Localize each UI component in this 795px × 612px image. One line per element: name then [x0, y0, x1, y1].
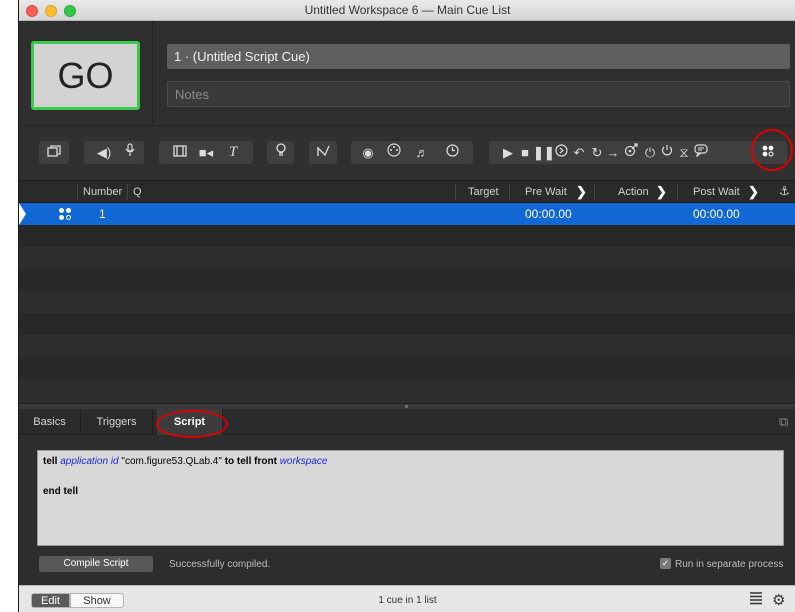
- wait-icon[interactable]: ⧖: [675, 141, 693, 164]
- bundle-string: "com.figure53.QLab.4": [121, 456, 222, 467]
- gear-icon[interactable]: ⚙: [772, 591, 785, 609]
- cue-toolbar: ◀) ■◂ T ◉ ♬ ▶ ■ ❚❚ ↶ ↻ → ⏻ ⧖: [19, 125, 795, 180]
- divider: [152, 21, 153, 125]
- go-button[interactable]: GO: [31, 41, 140, 110]
- column-number[interactable]: Number: [83, 186, 122, 198]
- network-icon[interactable]: ◉: [359, 141, 377, 164]
- stop-icon[interactable]: ■: [516, 141, 534, 164]
- split-dot: [405, 405, 408, 408]
- property-id: id: [110, 456, 119, 467]
- run-separate-checkbox[interactable]: ✓: [660, 558, 671, 569]
- cue-row[interactable]: 1 00:00.00 00:00.00: [19, 203, 795, 225]
- empty-row: [19, 335, 795, 357]
- load-icon[interactable]: [552, 141, 570, 164]
- text-icon[interactable]: T: [224, 141, 242, 164]
- column-pre-wait[interactable]: Pre Wait: [525, 186, 567, 198]
- column-target[interactable]: Target: [468, 186, 499, 198]
- audio-icon[interactable]: ◀): [95, 141, 113, 164]
- empty-row: [19, 379, 795, 401]
- status-bar: Edit Show 1 cue in 1 list ⚙: [19, 585, 795, 612]
- cue-post-wait: 00:00.00: [693, 207, 740, 221]
- annotation-circle: [156, 410, 228, 438]
- column-action[interactable]: Action: [618, 186, 649, 198]
- run-separate-label: Run in separate process: [675, 559, 784, 570]
- cue-count: 1 cue in 1 list: [378, 595, 437, 606]
- empty-row: [19, 357, 795, 379]
- empty-row: [19, 313, 795, 335]
- video-icon[interactable]: [171, 141, 189, 164]
- tab-triggers[interactable]: Triggers: [81, 409, 153, 435]
- keyword-to-tell-front: to tell front: [224, 456, 277, 467]
- annotation-circle: [751, 129, 793, 171]
- mic-icon[interactable]: [121, 141, 139, 164]
- title-bar: Untitled Workspace 6 — Main Cue List: [19, 0, 795, 21]
- reset-icon[interactable]: ↶: [570, 141, 588, 164]
- inspector-tabs: Basics Triggers Script ⧉: [19, 409, 795, 438]
- qlab-window: Untitled Workspace 6 — Main Cue List GO …: [18, 0, 795, 612]
- start-icon[interactable]: ▶: [499, 141, 517, 164]
- disarm-icon[interactable]: [658, 141, 676, 164]
- divider: [455, 184, 456, 200]
- camera-icon[interactable]: ■◂: [197, 141, 215, 164]
- column-q[interactable]: Q: [133, 186, 142, 198]
- script-editor[interactable]: tell application id "com.figure53.QLab.4…: [37, 450, 784, 546]
- midi-icon[interactable]: [385, 141, 403, 164]
- midi-file-icon[interactable]: ♬: [413, 141, 431, 164]
- column-post-wait[interactable]: Post Wait: [693, 186, 740, 198]
- timecode-icon[interactable]: [443, 141, 461, 164]
- cue-list-header: Number Q Target Pre Wait ❯ Action ❯ Post…: [19, 180, 795, 203]
- tab-basics[interactable]: Basics: [19, 409, 81, 435]
- divider: [509, 184, 510, 200]
- chevron-right-icon: ❯: [656, 184, 667, 199]
- group-icon[interactable]: [45, 141, 63, 164]
- class-application: application: [60, 456, 109, 467]
- empty-row: [19, 291, 795, 313]
- arm-icon[interactable]: ⏻: [641, 141, 659, 164]
- divider: [594, 184, 595, 200]
- list-icon[interactable]: [749, 591, 763, 609]
- cue-number: 1: [99, 207, 106, 221]
- target-icon[interactable]: [622, 141, 640, 164]
- pause-icon[interactable]: ❚❚: [533, 141, 555, 164]
- fade-icon[interactable]: [315, 141, 333, 164]
- empty-row: [19, 225, 795, 247]
- empty-row: [19, 247, 795, 269]
- divider: [677, 184, 678, 200]
- window-title: Untitled Workspace 6 — Main Cue List: [304, 3, 511, 17]
- script-line-end: end tell: [43, 486, 79, 497]
- popout-icon[interactable]: ⧉: [779, 414, 788, 430]
- keyword-tell: tell: [43, 456, 58, 467]
- compile-script-button[interactable]: Compile Script: [39, 556, 153, 572]
- divider: [77, 184, 78, 200]
- go-area: GO 1 · (Untitled Script Cue) Notes: [19, 21, 795, 125]
- anchor-icon: ⚓︎: [779, 184, 790, 198]
- script-line: [43, 469, 778, 484]
- cue-name-field[interactable]: 1 · (Untitled Script Cue): [167, 44, 790, 69]
- compile-status: Successfully compiled.: [169, 559, 271, 570]
- chevron-right-icon: ❯: [748, 184, 759, 199]
- chevron-right-icon: ❯: [576, 184, 587, 199]
- memo-icon[interactable]: [692, 141, 710, 164]
- notes-field[interactable]: Notes: [167, 81, 790, 107]
- cue-pre-wait: 00:00.00: [525, 207, 572, 221]
- playhead-icon: [19, 203, 26, 225]
- script-cue-icon: [59, 208, 71, 220]
- empty-row: [19, 269, 795, 291]
- class-workspace: workspace: [279, 456, 328, 467]
- script-line: tell application id "com.figure53.QLab.4…: [43, 454, 778, 469]
- goto-icon[interactable]: →: [604, 141, 622, 164]
- divider: [127, 184, 128, 200]
- light-icon[interactable]: [272, 141, 290, 164]
